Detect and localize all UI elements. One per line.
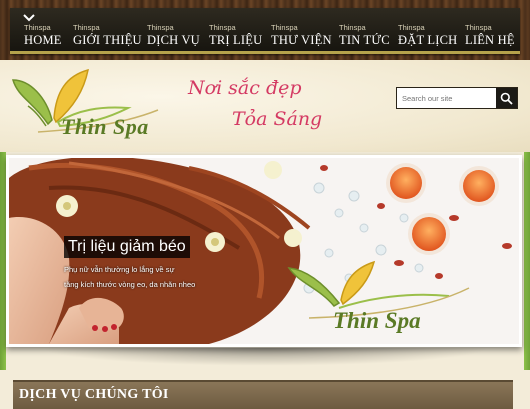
nav-item-sub: Thinspa (465, 23, 492, 32)
nav-item-label: LIÊN HỆ (465, 33, 515, 47)
nav-item-label: TRỊ LIỆU (209, 33, 263, 47)
banner-shadow (40, 348, 490, 366)
banner-description: Phụ nữ vẫn thường lo lắng về sự tăng kíc… (64, 262, 195, 292)
nav-item-sub: Thinspa (147, 23, 174, 32)
banner-caption: Trị liệu giảm béo Phụ nữ vẫn thường lo l… (64, 236, 195, 292)
nav-item-label: GIỚI THIỆU (73, 33, 142, 47)
nav-item-label: THƯ VIỆN (271, 33, 332, 47)
nav-item-sub: Thinspa (73, 23, 100, 32)
nav-item-tin-tuc[interactable]: Thinspa TIN TỨC (339, 23, 390, 53)
banner-desc-line1: Phụ nữ vẫn thường lo lắng về sự (64, 265, 175, 274)
nav-item-thu-vien[interactable]: Thinspa THƯ VIỆN (271, 23, 332, 53)
nav-item-sub: Thinspa (209, 23, 236, 32)
hero-banner[interactable]: Trị liệu giảm béo Phụ nữ vẫn thường lo l… (6, 155, 522, 347)
nav-item-label: ĐẶT LỊCH (398, 33, 458, 47)
nav-item-tri-lieu[interactable]: Thinspa TRỊ LIỆU (209, 23, 262, 53)
banner-title[interactable]: Trị liệu giảm béo (64, 236, 190, 258)
slogan-line1: Nơi sắc đẹp (188, 77, 302, 99)
site-logo[interactable]: Thin Spa (8, 62, 168, 150)
nav-item-lien-he[interactable]: Thinspa LIÊN HỆ (465, 23, 515, 53)
nav-item-label: DỊCH VỤ (147, 33, 200, 47)
nav-item-sub: Thinspa (271, 23, 298, 32)
banner-logo-text: Thin Spa (333, 308, 421, 333)
nav-item-label: HOME (24, 33, 62, 47)
nav-item-sub: Thinspa (339, 23, 366, 32)
nav-item-sub: Thinspa (398, 23, 425, 32)
site-header: Thin Spa Nơi sắc đẹp Tỏa Sáng (0, 60, 530, 152)
nav-item-home[interactable]: Thinspa HOME (24, 23, 62, 53)
nav-item-label: TIN TỨC (339, 33, 390, 47)
nav-item-gioi-thieu[interactable]: Thinspa GIỚI THIỆU (73, 23, 142, 53)
main-nav: Thinspa HOME Thinspa GIỚI THIỆU Thinspa … (10, 8, 520, 54)
nav-item-dich-vu[interactable]: Thinspa DỊCH VỤ (147, 23, 200, 53)
services-section-header: DỊCH VỤ CHÚNG TÔI (13, 380, 513, 409)
search-icon[interactable] (496, 88, 517, 108)
slogan-line2: Tỏa Sáng (232, 108, 323, 130)
search-input[interactable] (397, 88, 497, 108)
banner-desc-line2: tăng kích thước vòng eo, da nhăn nheo (64, 280, 196, 289)
nav-item-dat-lich[interactable]: Thinspa ĐẶT LỊCH (398, 23, 457, 53)
nav-item-sub: Thinspa (24, 23, 51, 32)
logo-text: Thin Spa (61, 114, 149, 139)
section-title: DỊCH VỤ CHÚNG TÔI (19, 387, 169, 402)
search-box (396, 87, 518, 109)
